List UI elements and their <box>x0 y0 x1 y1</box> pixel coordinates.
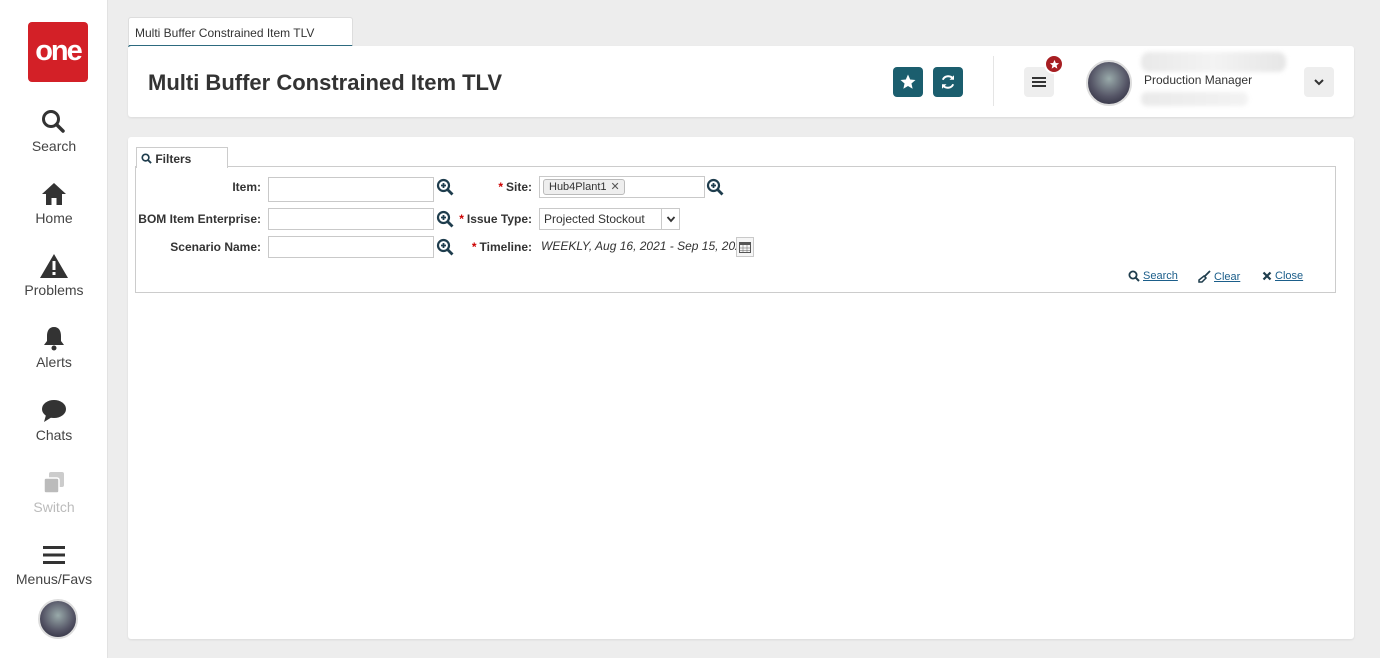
clear-action[interactable]: Clear <box>1198 270 1240 283</box>
search-icon <box>141 153 152 164</box>
star-icon <box>1049 59 1059 69</box>
broom-icon <box>1198 270 1211 283</box>
user-org-redacted <box>1141 92 1248 106</box>
content-panel: Filters Item: BOM Item Enterprise: Scena… <box>128 137 1354 639</box>
close-action[interactable]: Close <box>1262 270 1303 282</box>
required-marker: * <box>498 180 503 194</box>
filters-tab[interactable]: Filters <box>136 147 228 168</box>
filters-tab-label: Filters <box>155 152 192 166</box>
nav-item-alerts[interactable]: Alerts <box>0 324 108 370</box>
scenario-name-input[interactable] <box>268 236 434 258</box>
warning-icon <box>0 252 108 280</box>
nav-avatar[interactable] <box>38 599 78 639</box>
item-input[interactable] <box>268 177 434 202</box>
nav-item-label: Search <box>31 138 77 154</box>
page-header: Multi Buffer Constrained Item TLV Produc… <box>128 46 1354 117</box>
nav-item-label: Alerts <box>36 354 72 370</box>
nav-item-search[interactable]: Search <box>0 108 108 154</box>
page-tab[interactable]: Multi Buffer Constrained Item TLV <box>128 17 353 47</box>
nav-item-label: Problems <box>24 282 84 298</box>
page-title: Multi Buffer Constrained Item TLV <box>148 70 503 95</box>
issue-type-select[interactable]: Projected Stockout <box>539 208 680 230</box>
item-lookup-icon[interactable] <box>436 178 454 196</box>
user-role: Production Manager <box>1144 73 1253 87</box>
site-input[interactable]: Hub4Plant1 ✕ <box>539 176 705 198</box>
bom-item-enterprise-input[interactable] <box>268 208 434 230</box>
issue-type-value: Projected Stockout <box>544 212 645 226</box>
chat-icon <box>0 397 108 425</box>
issue-type-label: * Issue Type: <box>459 212 532 226</box>
hamburger-icon <box>0 541 108 569</box>
left-nav: one Search Home Problems Alerts Chats Sw… <box>0 0 108 658</box>
nav-item-label: Menus/Favs <box>15 571 93 587</box>
search-icon <box>0 108 108 136</box>
close-icon <box>1262 271 1272 281</box>
required-marker: * <box>459 212 464 226</box>
favorites-badge <box>1044 54 1064 74</box>
required-marker: * <box>471 240 477 254</box>
bell-icon <box>0 324 108 352</box>
calendar-button[interactable] <box>736 237 754 257</box>
timeline-value[interactable]: WEEKLY, Aug 16, 2021 - Sep 15, 2021 <box>541 239 749 253</box>
filters-panel: Item: BOM Item Enterprise: Scenario Name… <box>135 166 1336 293</box>
site-lookup-icon[interactable] <box>706 178 724 196</box>
remove-tag-icon[interactable]: ✕ <box>611 181 620 193</box>
scenario-name-label: Scenario Name: <box>170 240 261 254</box>
refresh-button[interactable] <box>933 67 963 97</box>
nav-item-label: Chats <box>35 427 73 443</box>
nav-item-problems[interactable]: Problems <box>0 252 108 298</box>
hamburger-icon <box>1032 77 1046 87</box>
chevron-down-icon <box>661 209 679 229</box>
nav-item-label: Switch <box>33 499 75 515</box>
nav-item-home[interactable]: Home <box>0 180 108 226</box>
site-tag: Hub4Plant1 ✕ <box>543 179 625 195</box>
one-logo[interactable]: one <box>28 22 88 82</box>
favorite-button[interactable] <box>893 67 923 97</box>
home-icon <box>0 180 108 208</box>
refresh-icon <box>941 75 955 89</box>
user-name-redacted <box>1141 52 1286 72</box>
item-label: Item: <box>232 180 261 194</box>
nav-item-menus-favs[interactable]: Menus/Favs <box>0 541 108 587</box>
nav-item-label: Home <box>35 210 73 226</box>
avatar[interactable] <box>1086 60 1132 106</box>
nav-item-switch: Switch <box>0 469 108 515</box>
calendar-icon <box>739 242 751 253</box>
switch-icon <box>0 469 108 497</box>
chevron-down-icon <box>1314 79 1324 86</box>
star-icon <box>900 74 916 89</box>
nav-item-chats[interactable]: Chats <box>0 397 108 443</box>
user-menu-dropdown[interactable] <box>1304 67 1334 97</box>
search-action[interactable]: Search <box>1128 270 1178 282</box>
header-divider <box>993 56 994 106</box>
site-label: * Site: <box>498 180 532 194</box>
search-icon <box>1128 270 1140 282</box>
bom-item-enterprise-label: BOM Item Enterprise: <box>138 212 261 226</box>
timeline-label: * Timeline: <box>471 240 532 254</box>
